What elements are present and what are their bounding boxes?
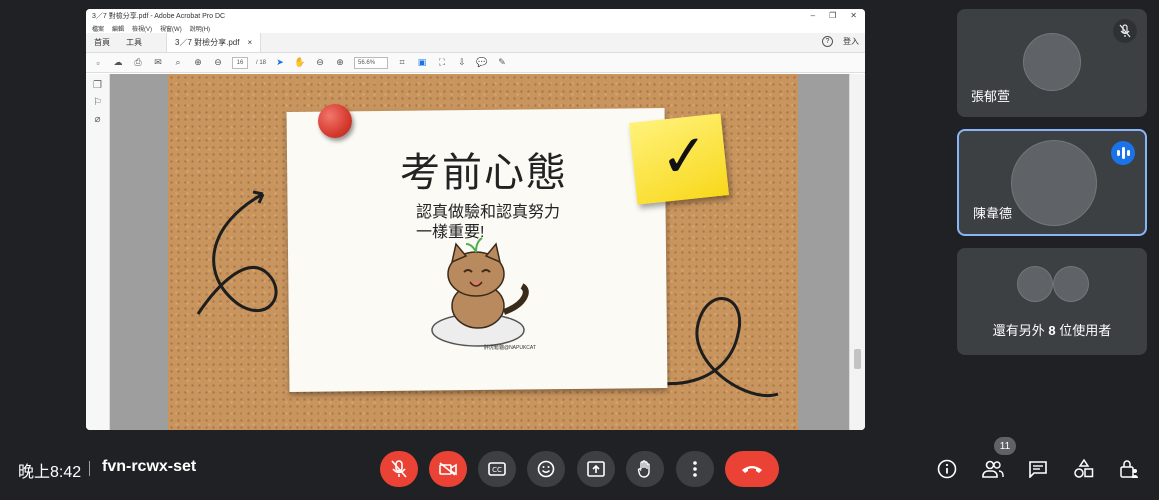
comment-icon[interactable]: 💬 bbox=[476, 57, 488, 69]
acrobat-menubar: 檔案 編輯 檢視(V) 視窗(W) 說明(H) bbox=[86, 23, 865, 33]
minimize-button[interactable]: – bbox=[811, 11, 815, 20]
mic-toggle-button[interactable] bbox=[380, 451, 418, 487]
left-rail: ❐ ⚐ ⌀ bbox=[86, 74, 110, 430]
page-gutter-right bbox=[798, 74, 849, 430]
document-scrollbar[interactable] bbox=[849, 74, 865, 430]
divider bbox=[89, 461, 90, 476]
more-options-button[interactable] bbox=[676, 451, 714, 487]
menu-window[interactable]: 視窗(W) bbox=[160, 24, 182, 33]
menu-file[interactable]: 檔案 bbox=[92, 24, 104, 33]
pen-icon[interactable]: ✎ bbox=[496, 57, 508, 69]
raise-hand-icon bbox=[637, 460, 650, 478]
people-button[interactable] bbox=[980, 456, 1006, 482]
activities-icon bbox=[1074, 459, 1094, 478]
shared-screen: 3／7 對檢分享.pdf - Adobe Acrobat Pro DC – ❐ … bbox=[86, 9, 865, 430]
page-total: / 18 bbox=[256, 59, 267, 66]
zoom-select[interactable]: 56.6% bbox=[354, 56, 389, 69]
close-window-button[interactable]: ✕ bbox=[850, 11, 857, 20]
signin-link[interactable]: 登入 bbox=[843, 36, 859, 47]
tab-document[interactable]: 3／7 對檢分享.pdf × bbox=[166, 33, 262, 52]
zoom-in-icon[interactable]: ⊕ bbox=[334, 57, 346, 69]
page-number-input[interactable]: 16 bbox=[232, 56, 248, 69]
speaking-indicator-icon bbox=[1111, 141, 1135, 165]
activities-button[interactable] bbox=[1071, 456, 1097, 482]
present-button[interactable] bbox=[577, 451, 615, 487]
participant-count-badge: 11 bbox=[994, 437, 1016, 455]
meeting-info-button[interactable] bbox=[934, 456, 960, 482]
page-up-icon[interactable]: ⊕ bbox=[192, 57, 204, 69]
emoji-icon bbox=[537, 460, 555, 478]
help-icon[interactable]: ? bbox=[822, 36, 833, 47]
captions-button[interactable]: CC bbox=[478, 451, 516, 487]
scroll-mode-icon[interactable]: ⇩ bbox=[456, 57, 468, 69]
participant-tile[interactable]: 張郁萱 bbox=[957, 9, 1147, 117]
avatar bbox=[1023, 33, 1081, 91]
participant-name: 張郁萱 bbox=[971, 89, 1011, 104]
camera-off-icon bbox=[439, 462, 457, 476]
avatar bbox=[1017, 266, 1053, 302]
tab-close-icon[interactable]: × bbox=[247, 38, 252, 47]
raise-hand-button[interactable] bbox=[626, 451, 664, 487]
meeting-time: 晚上8:42 bbox=[18, 464, 82, 481]
chat-button[interactable] bbox=[1025, 456, 1051, 482]
participant-name: 陳韋德 bbox=[973, 206, 1013, 221]
present-screen-icon bbox=[587, 461, 605, 477]
reactions-button[interactable] bbox=[527, 451, 565, 487]
svg-text:CC: CC bbox=[492, 466, 502, 474]
page-down-icon[interactable]: ⊖ bbox=[212, 57, 224, 69]
page-gutter-left bbox=[110, 74, 168, 430]
cat-illustration-icon bbox=[431, 237, 529, 347]
bookmark-icon[interactable]: ⚐ bbox=[93, 97, 102, 108]
checkmark-icon: ✓ bbox=[657, 120, 711, 192]
menu-help[interactable]: 說明(H) bbox=[190, 24, 210, 33]
upload-icon[interactable]: ☁ bbox=[112, 57, 124, 69]
info-icon bbox=[937, 459, 957, 479]
people-icon bbox=[982, 460, 1004, 478]
avatar bbox=[1053, 266, 1089, 302]
acrobat-titlebar: 3／7 對檢分享.pdf - Adobe Acrobat Pro DC – ❐ … bbox=[86, 9, 865, 23]
mic-off-icon bbox=[1113, 19, 1137, 43]
illustration-credit: 胖虎鬆貓@NAPUKCAT bbox=[484, 345, 536, 351]
save-icon[interactable]: ▫ bbox=[92, 57, 104, 69]
menu-edit[interactable]: 編輯 bbox=[112, 24, 124, 33]
mic-off-icon bbox=[391, 460, 407, 478]
hang-up-icon bbox=[742, 466, 762, 473]
meeting-code: fvn-rcwx-set bbox=[102, 458, 197, 475]
zoom-out-icon[interactable]: ⊖ bbox=[314, 57, 326, 69]
tab-home[interactable]: 首頁 bbox=[86, 33, 118, 52]
menu-view[interactable]: 檢視(V) bbox=[132, 24, 152, 33]
scrollbar-thumb[interactable] bbox=[854, 349, 861, 369]
others-count-label: 還有另外 8 位使用者 bbox=[992, 323, 1112, 338]
acrobat-tabbar: 首頁 工具 3／7 對檢分享.pdf × ? 登入 bbox=[86, 33, 865, 53]
closed-captions-icon: CC bbox=[488, 462, 506, 476]
others-tile[interactable]: 還有另外 8 位使用者 bbox=[957, 248, 1147, 355]
mail-icon[interactable]: ✉ bbox=[152, 57, 164, 69]
document-area: ❐ ⚐ ⌀ ✓ 考前心態 認真做驗和認真努力 一樣重要! 胖虎鬆貓@NAPUKC… bbox=[86, 74, 865, 430]
pages-icon[interactable]: ❐ bbox=[93, 80, 102, 91]
select-cursor-icon[interactable]: ➤ bbox=[274, 57, 286, 69]
push-pin-icon bbox=[318, 104, 352, 138]
chat-icon bbox=[1029, 461, 1047, 478]
tab-document-label: 3／7 對檢分享.pdf bbox=[175, 38, 240, 47]
crop-icon[interactable]: ⌗ bbox=[396, 57, 408, 69]
lock-person-icon bbox=[1120, 460, 1138, 478]
tab-tools[interactable]: 工具 bbox=[118, 33, 150, 52]
window-title: 3／7 對檢分享.pdf - Adobe Acrobat Pro DC bbox=[92, 13, 226, 20]
search-icon[interactable]: ⌕ bbox=[172, 57, 184, 69]
slide-title: 考前心態 bbox=[400, 150, 568, 196]
hand-tool-icon[interactable]: ✋ bbox=[294, 57, 306, 69]
acrobat-toolbar: ▫ ☁ ⎙ ✉ ⌕ ⊕ ⊖ 16 / 18 ➤ ✋ ⊖ ⊕ 56.6% ⌗ ▣ … bbox=[86, 53, 865, 73]
slide-page: ✓ 考前心態 認真做驗和認真努力 一樣重要! 胖虎鬆貓@NAPUKCAT bbox=[168, 74, 798, 430]
host-controls-button[interactable] bbox=[1116, 456, 1142, 482]
fullscreen-icon[interactable]: ⛶ bbox=[436, 57, 448, 69]
maximize-button[interactable]: ❐ bbox=[829, 11, 836, 20]
leave-call-button[interactable] bbox=[725, 451, 779, 487]
more-vert-icon bbox=[693, 461, 697, 477]
avatar bbox=[1011, 140, 1097, 226]
camera-toggle-button[interactable] bbox=[429, 451, 467, 487]
attachment-icon[interactable]: ⌀ bbox=[94, 114, 100, 125]
participant-tile-active[interactable]: 陳韋德 bbox=[957, 129, 1147, 236]
fit-page-icon[interactable]: ▣ bbox=[416, 57, 428, 69]
print-icon[interactable]: ⎙ bbox=[132, 57, 144, 69]
